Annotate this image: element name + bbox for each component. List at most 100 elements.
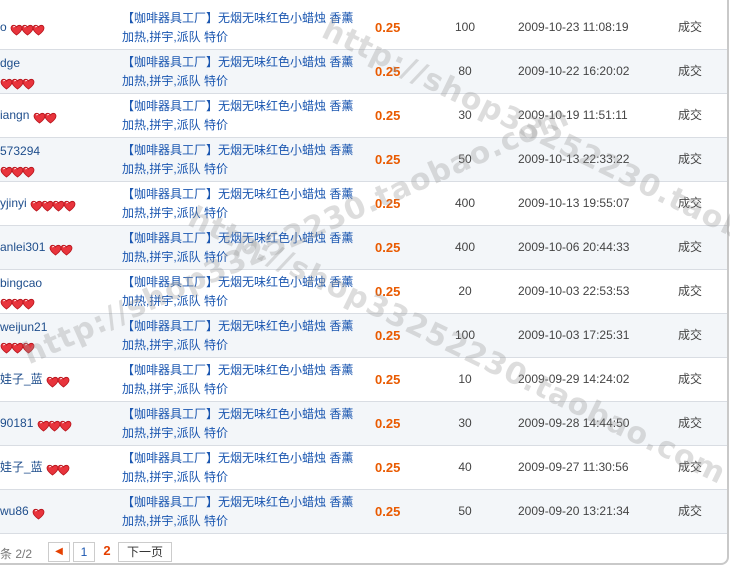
credit-rating bbox=[37, 415, 72, 433]
buyer-name[interactable]: 娃子_蓝 bbox=[0, 460, 43, 474]
price: 0.25 bbox=[375, 64, 401, 79]
heart-icon bbox=[32, 507, 45, 520]
price: 0.25 bbox=[375, 20, 401, 35]
heart-icon bbox=[22, 77, 35, 90]
buyer-cell: 娃子_蓝 bbox=[0, 458, 115, 494]
table-row: wu86 【咖啡器具工厂】无烟无味红色小蜡烛 香薰加热,拼宇,派队 特价 0.25… bbox=[0, 490, 727, 534]
price: 0.25 bbox=[375, 460, 401, 475]
product-title-link[interactable]: 【咖啡器具工厂】无烟无味红色小蜡烛 香薰加热,拼宇,派队 特价 bbox=[122, 493, 354, 531]
buyer-cell: o bbox=[0, 18, 115, 54]
buyer-name[interactable]: 娃子_蓝 bbox=[0, 372, 43, 386]
price: 0.25 bbox=[375, 372, 401, 387]
buyer-cell: dge bbox=[0, 54, 115, 90]
buyer-cell: 90181 bbox=[0, 414, 115, 450]
trade-status: 成交 bbox=[678, 240, 703, 254]
credit-rating bbox=[0, 293, 35, 311]
arrow-left-icon: ◀ bbox=[55, 546, 63, 557]
page-1-link[interactable]: 1 bbox=[73, 542, 95, 562]
trade-status: 成交 bbox=[678, 416, 703, 430]
table-row: dge 【咖啡器具工厂】无烟无味红色小蜡烛 香薰加热,拼宇,派队 特价 0.25 80… bbox=[0, 50, 727, 94]
product-title-link[interactable]: 【咖啡器具工厂】无烟无味红色小蜡烛 香薰加热,拼宇,派队 特价 bbox=[122, 229, 354, 267]
next-page-button[interactable]: 下一页 bbox=[118, 542, 172, 562]
trade-status: 成交 bbox=[678, 108, 703, 122]
quantity: 50 bbox=[458, 504, 472, 518]
price: 0.25 bbox=[375, 240, 401, 255]
product-title-link[interactable]: 【咖啡器具工厂】无烟无味红色小蜡烛 香薰加热,拼宇,派队 特价 bbox=[122, 361, 354, 399]
pagination: 条 2/2 ◀ 1 2 下一页 bbox=[0, 540, 400, 563]
trade-status: 成交 bbox=[678, 152, 703, 166]
heart-icon bbox=[22, 297, 35, 310]
buyer-name[interactable]: 90181 bbox=[0, 416, 33, 430]
buyer-name[interactable]: weijun21 bbox=[0, 320, 47, 334]
product-title-link[interactable]: 【咖啡器具工厂】无烟无味红色小蜡烛 香薰加热,拼宇,派队 特价 bbox=[122, 97, 354, 135]
trade-time: 2009-09-27 11:30:56 bbox=[518, 460, 629, 474]
trade-time: 2009-10-06 20:44:33 bbox=[518, 240, 630, 254]
price: 0.25 bbox=[375, 416, 401, 431]
quantity: 100 bbox=[454, 328, 476, 342]
credit-rating bbox=[0, 337, 35, 355]
price: 0.25 bbox=[375, 504, 401, 519]
buyer-name[interactable]: 573294 bbox=[0, 144, 40, 158]
trade-status: 成交 bbox=[678, 372, 703, 386]
heart-icon bbox=[22, 341, 35, 354]
trade-time: 2009-10-03 17:25:31 bbox=[518, 328, 630, 342]
product-title-link[interactable]: 【咖啡器具工厂】无烟无味红色小蜡烛 香薰加热,拼宇,派队 特价 bbox=[122, 185, 354, 223]
product-title-link[interactable]: 【咖啡器具工厂】无烟无味红色小蜡烛 香薰加热,拼宇,派队 特价 bbox=[122, 53, 354, 91]
buyer-name[interactable]: iangn bbox=[0, 108, 29, 122]
trade-time: 2009-10-13 19:55:07 bbox=[518, 196, 630, 210]
product-title-link[interactable]: 【咖啡器具工厂】无烟无味红色小蜡烛 香薰加热,拼宇,派队 特价 bbox=[122, 9, 354, 47]
trade-time: 2009-10-19 11:51:11 bbox=[518, 108, 628, 122]
page-info: 条 2/2 bbox=[0, 547, 33, 561]
trade-time: 2009-10-03 22:53:53 bbox=[518, 284, 630, 298]
buyer-cell: 573294 bbox=[0, 142, 115, 178]
buyer-name[interactable]: yjinyi bbox=[0, 196, 27, 210]
buyer-name[interactable]: wu86 bbox=[0, 504, 29, 518]
buyer-name[interactable]: dge bbox=[0, 56, 20, 70]
credit-rating bbox=[46, 371, 70, 389]
buyer-cell: weijun21 bbox=[0, 318, 115, 354]
buyer-cell: yjinyi bbox=[0, 194, 115, 230]
buyer-cell: anlei301 bbox=[0, 238, 115, 274]
quantity: 80 bbox=[458, 64, 472, 78]
heart-icon bbox=[57, 463, 70, 476]
quantity: 30 bbox=[458, 416, 472, 430]
credit-rating bbox=[30, 195, 76, 213]
buyer-name[interactable]: o bbox=[0, 20, 7, 34]
product-title-link[interactable]: 【咖啡器具工厂】无烟无味红色小蜡烛 香薰加热,拼宇,派队 特价 bbox=[122, 449, 354, 487]
product-title-link[interactable]: 【咖啡器具工厂】无烟无味红色小蜡烛 香薰加热,拼宇,派队 特价 bbox=[122, 273, 354, 311]
trade-status: 成交 bbox=[678, 196, 703, 210]
heart-icon bbox=[22, 165, 35, 178]
buyer-name[interactable]: bingcao bbox=[0, 276, 42, 290]
credit-rating bbox=[46, 459, 70, 477]
price: 0.25 bbox=[375, 284, 401, 299]
quantity: 400 bbox=[454, 196, 476, 210]
quantity: 20 bbox=[458, 284, 472, 298]
quantity: 10 bbox=[458, 372, 472, 386]
credit-rating bbox=[0, 161, 35, 179]
product-title-link[interactable]: 【咖啡器具工厂】无烟无味红色小蜡烛 香薰加热,拼宇,派队 特价 bbox=[122, 141, 354, 179]
trade-time: 2009-10-22 16:20:02 bbox=[518, 64, 630, 78]
price: 0.25 bbox=[375, 152, 401, 167]
table-row: bingcao 【咖啡器具工厂】无烟无味红色小蜡烛 香薰加热,拼宇,派队 特价 0.… bbox=[0, 270, 727, 314]
quantity: 50 bbox=[458, 152, 472, 166]
buyer-cell: wu86 bbox=[0, 502, 115, 538]
quantity: 100 bbox=[454, 20, 476, 34]
trade-status: 成交 bbox=[678, 20, 703, 34]
table-row: weijun21 【咖啡器具工厂】无烟无味红色小蜡烛 香薰加热,拼宇,派队 特价 0… bbox=[0, 314, 727, 358]
trade-records-panel: o 【咖啡器具工厂】无烟无味红色小蜡烛 香薰加热,拼宇,派队 特价 0.25 100… bbox=[0, 0, 729, 565]
quantity: 400 bbox=[454, 240, 476, 254]
product-title-link[interactable]: 【咖啡器具工厂】无烟无味红色小蜡烛 香薰加热,拼宇,派队 特价 bbox=[122, 317, 354, 355]
table-row: anlei301 【咖啡器具工厂】无烟无味红色小蜡烛 香薰加热,拼宇,派队 特价… bbox=[0, 226, 727, 270]
credit-rating bbox=[33, 107, 57, 125]
prev-page-button[interactable]: ◀ bbox=[48, 542, 70, 562]
heart-icon bbox=[32, 23, 45, 36]
buyer-name[interactable]: anlei301 bbox=[0, 240, 45, 254]
table-row: o 【咖啡器具工厂】无烟无味红色小蜡烛 香薰加热,拼宇,派队 特价 0.25 100… bbox=[0, 6, 727, 50]
trade-time: 2009-09-28 14:44:50 bbox=[518, 416, 630, 430]
credit-rating bbox=[32, 503, 45, 521]
trade-status: 成交 bbox=[678, 328, 703, 342]
price: 0.25 bbox=[375, 328, 401, 343]
product-title-link[interactable]: 【咖啡器具工厂】无烟无味红色小蜡烛 香薰加热,拼宇,派队 特价 bbox=[122, 405, 354, 443]
table-row: iangn 【咖啡器具工厂】无烟无味红色小蜡烛 香薰加热,拼宇,派队 特价 0.2… bbox=[0, 94, 727, 138]
trade-time: 2009-09-29 14:24:02 bbox=[518, 372, 630, 386]
